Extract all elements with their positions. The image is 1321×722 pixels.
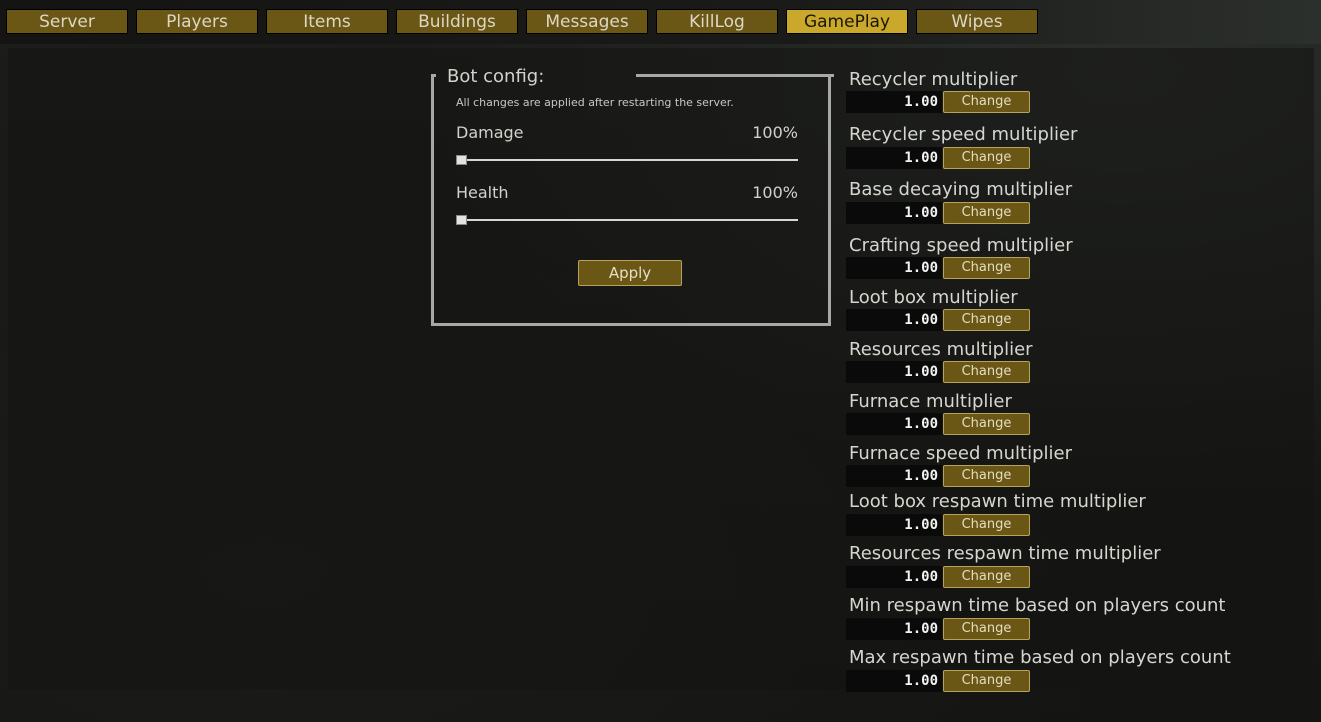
change-button[interactable]: Change (943, 566, 1030, 588)
change-button[interactable]: Change (943, 361, 1030, 383)
tab-wipes[interactable]: Wipes (916, 9, 1038, 34)
damage-slider-handle[interactable] (456, 155, 467, 165)
box-border (636, 74, 834, 77)
setting-value-input[interactable]: 1.00 (846, 413, 942, 435)
setting-value-input[interactable]: 1.00 (846, 465, 942, 487)
setting-value-input[interactable]: 1.00 (846, 147, 942, 169)
damage-slider[interactable] (456, 155, 798, 165)
setting-value-input[interactable]: 1.00 (846, 202, 942, 224)
health-slider[interactable] (456, 215, 798, 225)
restart-note: All changes are applied after restarting… (456, 96, 734, 109)
health-value: 100% (752, 183, 798, 202)
tab-gameplay[interactable]: GamePlay (786, 9, 908, 34)
change-button[interactable]: Change (943, 618, 1030, 640)
setting-label: Base decaying multiplier (849, 179, 1073, 200)
setting-value-input[interactable]: 1.00 (846, 361, 942, 383)
setting-value-input[interactable]: 1.00 (846, 514, 942, 536)
damage-label: Damage (456, 123, 524, 142)
setting-label: Max respawn time based on players count (849, 647, 1231, 668)
bot-config-title: Bot config: (447, 66, 545, 87)
setting-label: Furnace multiplier (849, 391, 1012, 412)
change-button[interactable]: Change (943, 91, 1030, 113)
damage-value: 100% (752, 123, 798, 142)
health-slider-handle[interactable] (456, 215, 467, 225)
setting-value-input[interactable]: 1.00 (846, 618, 942, 640)
health-label: Health (456, 183, 509, 202)
setting-label: Recycler speed multiplier (849, 124, 1078, 145)
admin-panel: Server Players Items Buildings Messages … (0, 0, 1321, 722)
setting-label: Resources respawn time multiplier (849, 543, 1161, 564)
change-button[interactable]: Change (943, 413, 1030, 435)
setting-label: Crafting speed multiplier (849, 235, 1073, 256)
change-button[interactable]: Change (943, 670, 1030, 692)
tab-buildings[interactable]: Buildings (396, 9, 518, 34)
setting-label: Recycler multiplier (849, 69, 1018, 90)
setting-label: Min respawn time based on players count (849, 595, 1226, 616)
apply-button[interactable]: Apply (578, 260, 682, 286)
tab-bar: Server Players Items Buildings Messages … (0, 0, 1321, 44)
change-button[interactable]: Change (943, 465, 1030, 487)
change-button[interactable]: Change (943, 147, 1030, 169)
setting-label: Loot box respawn time multiplier (849, 491, 1146, 512)
setting-value-input[interactable]: 1.00 (846, 566, 942, 588)
tab-killlog[interactable]: KillLog (656, 9, 778, 34)
change-button[interactable]: Change (943, 309, 1030, 331)
change-button[interactable]: Change (943, 202, 1030, 224)
tab-players[interactable]: Players (136, 9, 258, 34)
setting-value-input[interactable]: 1.00 (846, 670, 942, 692)
change-button[interactable]: Change (943, 514, 1030, 536)
setting-value-input[interactable]: 1.00 (846, 257, 942, 279)
tab-messages[interactable]: Messages (526, 9, 648, 34)
setting-label: Resources multiplier (849, 339, 1033, 360)
change-button[interactable]: Change (943, 257, 1030, 279)
setting-label: Furnace speed multiplier (849, 443, 1072, 464)
setting-value-input[interactable]: 1.00 (846, 91, 942, 113)
tab-server[interactable]: Server (6, 9, 128, 34)
tab-items[interactable]: Items (266, 9, 388, 34)
setting-label: Loot box multiplier (849, 287, 1018, 308)
box-border (431, 74, 436, 77)
setting-value-input[interactable]: 1.00 (846, 309, 942, 331)
